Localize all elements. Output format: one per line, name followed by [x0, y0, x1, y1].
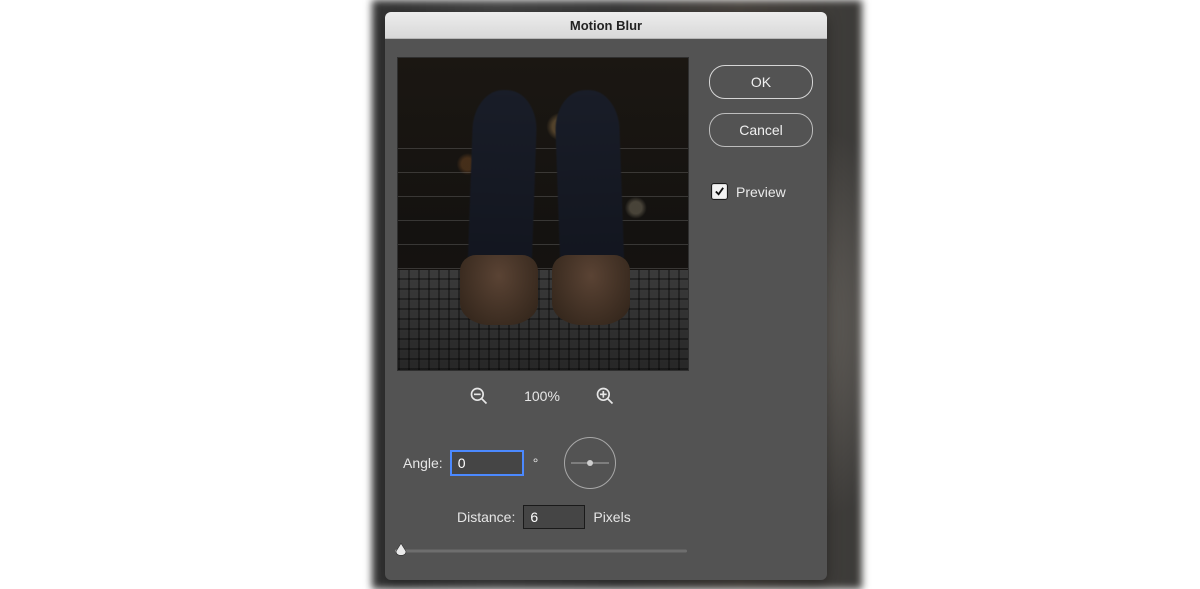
preview-label: Preview [736, 184, 786, 200]
distance-unit: Pixels [593, 509, 630, 525]
preview-shape [460, 255, 538, 325]
distance-row: Distance: Pixels [457, 505, 631, 529]
preview-floor [398, 270, 688, 370]
slider-thumb-icon[interactable] [393, 541, 409, 557]
angle-dial[interactable] [564, 437, 616, 489]
ok-button[interactable]: OK [709, 65, 813, 99]
dialog-actions: OK Cancel Preview [709, 65, 813, 200]
angle-label: Angle: [403, 455, 443, 471]
degree-symbol: ° [533, 455, 539, 471]
angle-row: Angle: ° [403, 437, 616, 489]
preview-toggle[interactable]: Preview [709, 183, 813, 200]
ok-button-label: OK [751, 74, 771, 90]
zoom-level: 100% [524, 388, 560, 404]
zoom-controls: 100% [397, 381, 687, 411]
cancel-button-label: Cancel [739, 122, 783, 138]
dialog-body: 100% Angle: ° Distance: [385, 39, 827, 580]
dialog-title: Motion Blur [570, 18, 642, 33]
angle-input[interactable] [451, 451, 523, 475]
filter-preview[interactable] [397, 57, 689, 371]
distance-input[interactable] [523, 505, 585, 529]
preview-shape [552, 255, 630, 325]
slider-track [395, 550, 687, 553]
titlebar[interactable]: Motion Blur [385, 12, 827, 39]
preview-image [398, 58, 688, 370]
zoom-in-icon[interactable] [594, 385, 616, 407]
distance-label: Distance: [457, 509, 515, 525]
motion-blur-dialog: Motion Blur [385, 12, 827, 580]
zoom-out-icon[interactable] [468, 385, 490, 407]
distance-slider[interactable] [395, 541, 687, 561]
checkbox-checked-icon[interactable] [711, 183, 728, 200]
cancel-button[interactable]: Cancel [709, 113, 813, 147]
